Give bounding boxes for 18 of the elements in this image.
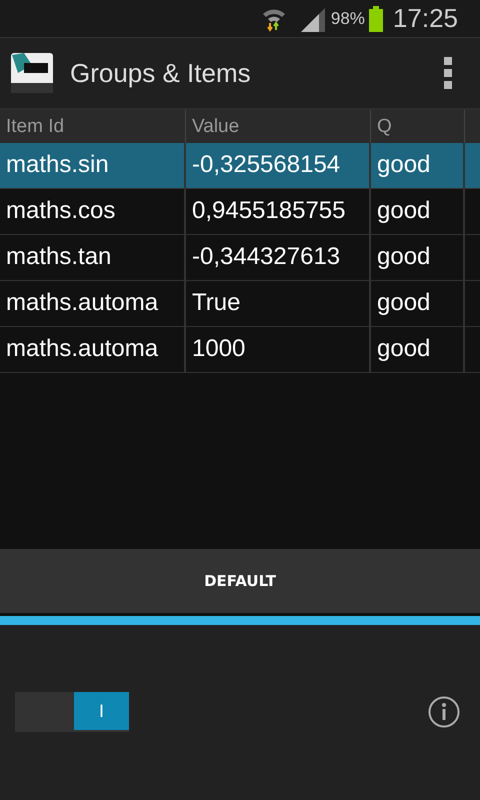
table-row[interactable]: maths.automa 1000 good <box>0 327 480 373</box>
clock-time: 17:25 <box>392 3 458 34</box>
table-row[interactable]: maths.cos 0,9455185755 good <box>0 189 480 235</box>
default-button[interactable]: DEFAULT <box>0 548 480 612</box>
table-row[interactable]: maths.sin -0,325568154 good <box>0 143 480 189</box>
table-cell: maths.sin <box>0 143 186 188</box>
table-row[interactable]: maths.tan -0,344327613 good <box>0 235 480 281</box>
table-row[interactable]: maths.automa True good <box>0 281 480 327</box>
table-cell: good <box>371 143 465 188</box>
battery-icon <box>368 6 383 32</box>
screen-title: Groups & Items <box>70 58 252 88</box>
app-icon[interactable] <box>10 51 54 95</box>
battery-percentage: 98% <box>330 8 365 28</box>
menu-icon <box>444 57 452 89</box>
toggle-switch[interactable]: I <box>15 692 129 732</box>
info-icon[interactable] <box>428 696 460 728</box>
table-cell: -0,325568154 <box>186 143 371 188</box>
signal-icon <box>298 6 327 32</box>
